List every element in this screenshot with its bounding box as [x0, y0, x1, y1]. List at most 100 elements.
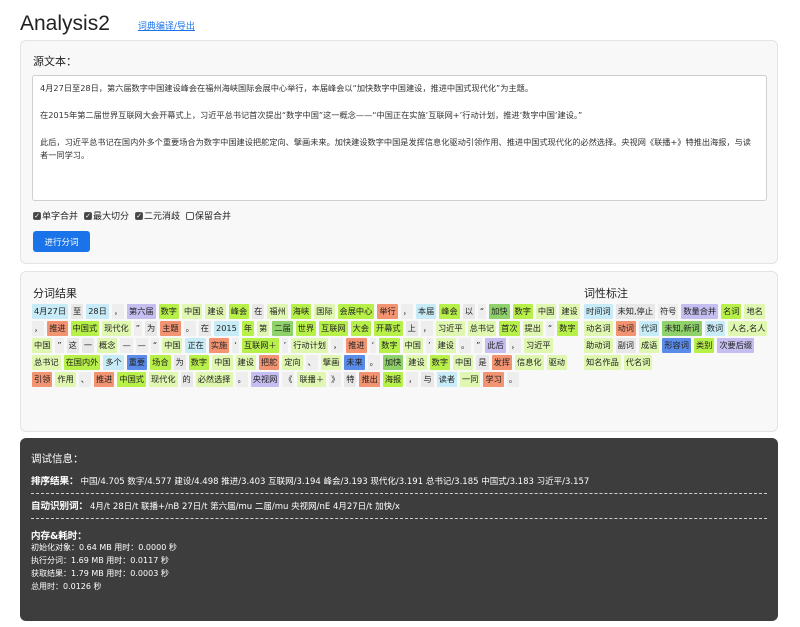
token-chip: 央视网: [250, 372, 280, 387]
token-chip: 一同: [460, 372, 481, 387]
token-chip: 与: [421, 372, 434, 387]
pos-tag-chip: 成语: [638, 338, 660, 353]
run-segment-button[interactable]: 进行分词: [33, 231, 90, 252]
token-chip: 定向: [282, 355, 303, 370]
token-chip: 世界: [295, 321, 317, 336]
token-chip: 建设: [435, 338, 456, 353]
token-chip: 推进: [47, 321, 68, 336]
token-chip: 第: [257, 321, 270, 336]
pos-tag-chip: 数量合并: [681, 304, 719, 319]
pos-tag-chip: 次要后缀: [717, 338, 755, 353]
token-chip: 在: [198, 321, 211, 336]
token-chip: 。: [367, 355, 380, 370]
token-chip: 数字: [429, 355, 451, 370]
checkbox[interactable]: [186, 211, 195, 220]
token-chip: ”: [55, 338, 64, 353]
token-list: 4月27日至 28日，第六届 数字 中国 建设 峰会在福州 海峡 国际 会展中心 举行，本届 峰会以…: [32, 304, 582, 424]
token-chip: 重要: [126, 355, 148, 370]
source-paragraph: 此后，习近平总书记在国内外多个重要场合为数字中国建设把舵定向、擘画未来。加快建设…: [40, 137, 751, 160]
token-chip: —: [135, 338, 148, 353]
token-chip: ”: [474, 338, 483, 353]
token-chip: ’: [281, 338, 289, 353]
token-chip: 实施: [208, 338, 230, 353]
pos-tag-chip: 名词: [721, 304, 742, 319]
checkbox[interactable]: ✓: [84, 211, 93, 220]
source-label: 源文本：: [33, 55, 77, 68]
token-chip: 概念: [97, 338, 118, 353]
memory-line: 初始化对象：0.64 MB 用时：0.0000 秒: [31, 543, 177, 552]
token-chip: 发挥: [491, 355, 513, 370]
option-bigram-disambig[interactable]: ✓ 二元消歧: [135, 209, 180, 222]
token-chip: ”: [133, 321, 142, 336]
token-chip: 建设: [559, 304, 580, 319]
token-chip: 至: [71, 304, 84, 319]
pos-tag-chip: 副词: [615, 338, 636, 353]
token-chip: 数字: [379, 338, 400, 353]
token-chip: 未来: [344, 355, 365, 370]
page-header: Analysis2 词典编译/导出: [20, 8, 195, 36]
token-chip: 中国式: [117, 372, 146, 387]
token-chip: 峰会: [439, 304, 460, 319]
option-label: 保留合并: [195, 212, 232, 222]
source-textarea[interactable]: 4月27日至28日，第六届数字中国建设峰会在福州海峡国际会展中心举行，本届峰会以…: [32, 75, 767, 201]
token-chip: “: [477, 304, 487, 319]
option-keep-merge[interactable]: 保留合并: [186, 209, 231, 222]
divider: [31, 493, 767, 494]
pos-tag-chip: 地名: [744, 304, 765, 319]
checkbox[interactable]: ✓: [33, 211, 41, 220]
token-chip: 行动计划: [291, 338, 328, 353]
token-chip: 中国式: [70, 321, 100, 336]
memory-title: 内存&耗时：: [31, 531, 87, 542]
token-chip: 为: [145, 321, 158, 336]
token-chip: 国际: [314, 304, 335, 319]
token-chip: 习近平: [435, 321, 465, 336]
pos-tag-chip: 动词: [615, 321, 636, 336]
dict-export-link[interactable]: 词典编译/导出: [138, 19, 195, 32]
results-panel: 分词结果 4月27日至 28日，第六届 数字 中国 建设 峰会在福州 海峡 国际 会展中心 举行，…: [20, 271, 778, 432]
pos-tag-chip: 人名,名人: [728, 321, 768, 336]
token-chip: ，: [508, 338, 522, 353]
rank-row: 排序结果： 中国/4.705 数字/4.577 建设/4.498 推进/3.403…: [31, 476, 767, 488]
token-chip: 把舵: [258, 355, 280, 370]
divider: [31, 518, 767, 519]
token-chip: 数字: [188, 355, 210, 370]
token-chip: 建设: [406, 355, 427, 370]
token-chip: 多个: [103, 355, 124, 370]
token-chip: 提出: [522, 321, 543, 336]
token-chip: 《: [282, 372, 295, 387]
pos-tag-chip: 数词: [704, 321, 726, 336]
token-chip: 建设: [235, 355, 256, 370]
token-chip: ，: [330, 338, 344, 353]
token-chip: 中国: [402, 338, 423, 353]
token-chip: 主题: [160, 321, 181, 336]
token-chip: 建设: [205, 304, 226, 319]
token-chip: 中国: [162, 338, 183, 353]
token-chip: 海峡: [290, 304, 312, 319]
token-chip: 总书记: [32, 355, 61, 370]
token-chip: 信息化: [515, 355, 544, 370]
memory-line: 总用时：0.0126 秒: [31, 582, 102, 591]
auto-words-label: 自动识别词：: [31, 501, 89, 512]
auto-words-text: 4月/t 28日/t 联播+/nB 27日/t 第六届/mu 二届/mu 央视网…: [90, 502, 400, 512]
pos-tag-chip: 时间词: [584, 304, 613, 319]
token-chip: 4月27日: [32, 304, 69, 319]
token-chip: 为: [173, 355, 186, 370]
token-chip: 海报: [382, 372, 404, 387]
token-chip: 是: [476, 355, 489, 370]
token-chip: ‘: [369, 338, 377, 353]
token-chip: 推进: [93, 372, 115, 387]
source-paragraph: 4月27日至28日，第六届数字中国建设峰会在福州海峡国际会展中心举行，本届峰会以…: [40, 83, 534, 93]
checkbox[interactable]: ✓: [135, 211, 144, 220]
token-chip: 此后: [485, 338, 506, 353]
token-chip: 现代化: [102, 321, 131, 336]
option-single-merge[interactable]: ✓ 单字合并: [33, 209, 78, 222]
token-chip: 二届: [272, 321, 293, 336]
auto-words-row: 自动识别词： 4月/t 28日/t 联播+/nB 27日/t 第六届/mu 二届/…: [31, 501, 767, 513]
token-chip: 读者: [436, 372, 458, 387]
token-chip: 中国: [32, 338, 53, 353]
token-chip: 数字: [512, 304, 533, 319]
memory-line: 获取结果：1.79 MB 用时：0.0003 秒: [31, 569, 169, 578]
option-max-split[interactable]: ✓ 最大切分: [84, 209, 129, 222]
token-chip: ，: [400, 304, 413, 319]
token-chip: 引领: [32, 372, 53, 387]
